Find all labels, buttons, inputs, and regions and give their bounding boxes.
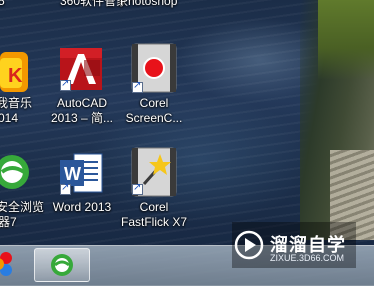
- taskbar-browser-icon: [51, 254, 73, 276]
- watermark-play-icon: [234, 230, 264, 260]
- svg-text:W: W: [64, 164, 81, 184]
- music-label-line1: 我音乐: [0, 96, 33, 110]
- svg-text:K: K: [8, 65, 23, 87]
- screencap-label-line2: ScreenC...: [125, 111, 183, 125]
- screencap-shortcut-arrow-icon: [132, 80, 143, 93]
- watermark-url: ZIXUE.3D66.COM: [270, 253, 345, 263]
- partial-label-1: 5: [0, 0, 5, 8]
- screencap-label-line1: Corel: [139, 96, 169, 110]
- autocad-label-line2: 2013 – 简...: [50, 111, 114, 125]
- grass-patch: [318, 0, 374, 80]
- partial-label-3: Photoshop: [120, 0, 178, 8]
- partial-label-2: 360软件管家: [60, 0, 129, 8]
- autocad-label-line1: AutoCAD: [56, 96, 108, 110]
- word-shortcut-arrow-icon: [60, 182, 71, 195]
- word-label: Word 2013: [52, 200, 112, 214]
- music-app-icon: K: [0, 48, 28, 96]
- taskbar-browser-button[interactable]: [34, 248, 90, 282]
- browser-label-line2: 器7: [0, 215, 17, 229]
- fastflick-label-line1: Corel: [139, 200, 169, 214]
- browser-label-line1: 安全浏览: [0, 200, 45, 214]
- start-button-icon[interactable]: [0, 250, 20, 280]
- autocad-shortcut-arrow-icon: [60, 78, 71, 91]
- fastflick-label-line2: FastFlick X7: [120, 215, 187, 229]
- music-label-line2: 014: [0, 111, 19, 125]
- fastflick-shortcut-arrow-icon: [132, 182, 143, 195]
- browser-app-icon: [0, 152, 30, 194]
